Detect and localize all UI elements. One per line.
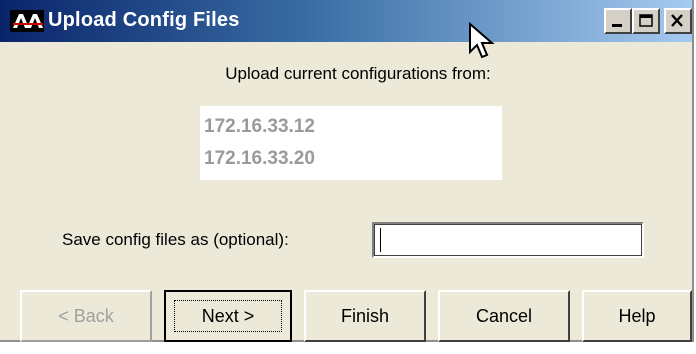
upload-config-dialog: Upload Config Files Upload current confi… <box>0 0 694 342</box>
save-as-input[interactable] <box>372 222 644 258</box>
upload-prompt: Upload current configurations from: <box>225 64 491 83</box>
next-button[interactable]: Next > <box>164 290 292 342</box>
host-list-item[interactable]: 172.16.33.12 <box>204 116 315 138</box>
host-list[interactable]: 172.16.33.12 172.16.33.20 <box>200 106 502 180</box>
minimize-button[interactable] <box>604 8 632 34</box>
back-button[interactable]: < Back <box>20 290 152 342</box>
minimize-icon <box>612 24 622 27</box>
save-as-label: Save config files as (optional): <box>62 230 289 249</box>
title-bar[interactable]: Upload Config Files <box>0 0 692 42</box>
host-list-item[interactable]: 172.16.33.20 <box>204 148 315 170</box>
maximize-button[interactable] <box>632 8 660 34</box>
maximize-icon <box>639 14 653 27</box>
finish-button[interactable]: Finish <box>304 290 426 342</box>
focus-rectangle <box>174 300 282 332</box>
close-button[interactable] <box>664 8 692 34</box>
cancel-button[interactable]: Cancel <box>438 290 570 342</box>
window-title: Upload Config Files <box>48 9 240 31</box>
mouse-pointer-icon <box>468 21 496 62</box>
close-icon <box>671 14 683 27</box>
text-caret <box>380 228 381 252</box>
app-logo-icon <box>10 10 44 32</box>
help-button[interactable]: Help <box>582 290 692 342</box>
